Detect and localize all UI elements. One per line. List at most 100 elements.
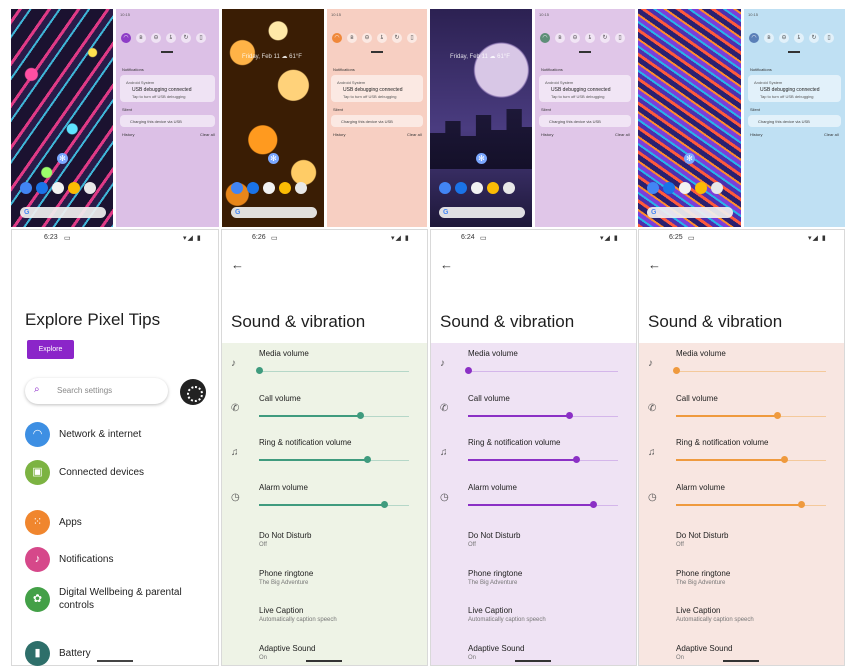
quick-setting-rotate-icon[interactable]: ↻	[600, 33, 610, 43]
search-settings-bar[interactable]: ⌕ Search settings	[25, 378, 168, 404]
google-search-bar[interactable]: G	[647, 207, 733, 218]
quick-setting-battery-saver-icon[interactable]: ▯	[824, 33, 834, 43]
setting-item-title[interactable]: Adaptive Sound	[468, 644, 525, 653]
history-button[interactable]: History	[333, 132, 345, 137]
messages-app-icon[interactable]	[663, 182, 675, 194]
clear-all-button[interactable]: Clear all	[615, 132, 630, 137]
quick-setting-battery-saver-icon[interactable]: ▯	[196, 33, 206, 43]
charging-notification[interactable]: Charging this device via USB	[120, 115, 215, 127]
quick-setting-wifi-icon[interactable]: ◠	[332, 33, 342, 43]
phone-app-icon[interactable]	[20, 182, 32, 194]
quick-setting-flashlight-icon[interactable]: ȶ	[377, 33, 387, 43]
clear-all-button[interactable]: Clear all	[200, 132, 215, 137]
quick-setting-wifi-icon[interactable]: ◠	[121, 33, 131, 43]
setting-item-title[interactable]: Adaptive Sound	[259, 644, 316, 653]
volume-slider-thumb[interactable]	[256, 367, 263, 374]
back-arrow-icon[interactable]: ←	[648, 257, 661, 272]
setting-item-title[interactable]: Adaptive Sound	[676, 644, 733, 653]
back-arrow-icon[interactable]: ←	[231, 257, 244, 272]
settings-item-devices[interactable]: ▣ Connected devices	[25, 460, 144, 485]
avatar[interactable]	[180, 379, 206, 405]
explore-button[interactable]: Explore	[27, 340, 74, 359]
camera-app-icon[interactable]	[84, 182, 96, 194]
settings-item-wifi[interactable]: ◠ Network & internet	[25, 422, 141, 447]
quick-setting-flashlight-icon[interactable]: ȶ	[585, 33, 595, 43]
volume-slider-thumb[interactable]	[590, 501, 597, 508]
setting-item-title[interactable]: Phone ringtone	[676, 569, 730, 578]
quick-setting-battery-saver-icon[interactable]: ▯	[407, 33, 417, 43]
usb-debugging-notification[interactable]: Android System USB debugging connected T…	[748, 75, 841, 102]
usb-debugging-notification[interactable]: Android System USB debugging connected T…	[539, 75, 631, 102]
quick-setting-wifi-icon[interactable]: ◠	[749, 33, 759, 43]
volume-slider-thumb[interactable]	[381, 501, 388, 508]
shade-handle[interactable]	[371, 51, 383, 53]
camera-app-icon[interactable]	[503, 182, 515, 194]
setting-item-title[interactable]: Live Caption	[259, 606, 303, 615]
messages-app-icon[interactable]	[247, 182, 259, 194]
quick-setting-rotate-icon[interactable]: ↻	[392, 33, 402, 43]
google-search-bar[interactable]: G	[439, 207, 525, 218]
charging-notification[interactable]: Charging this device via USB	[539, 115, 631, 127]
history-button[interactable]: History	[750, 132, 762, 137]
phone-app-icon[interactable]	[439, 182, 451, 194]
setting-item-title[interactable]: Do Not Disturb	[676, 531, 728, 540]
setting-item-title[interactable]: Do Not Disturb	[468, 531, 520, 540]
volume-slider-thumb[interactable]	[357, 412, 364, 419]
volume-slider-thumb[interactable]	[774, 412, 781, 419]
settings-item-wellbeing[interactable]: ✿ Digital Wellbeing & parental controls	[25, 586, 199, 612]
settings-item-apps[interactable]: ⁙ Apps	[25, 510, 82, 535]
settings-shortcut-icon[interactable]: ✻	[57, 153, 68, 164]
history-button[interactable]: History	[122, 132, 134, 137]
volume-slider-track[interactable]	[676, 371, 826, 372]
play-store-icon[interactable]	[52, 182, 64, 194]
clear-all-button[interactable]: Clear all	[824, 132, 839, 137]
messages-app-icon[interactable]	[455, 182, 467, 194]
settings-item-bell[interactable]: ♪ Notifications	[25, 547, 113, 572]
usb-debugging-notification[interactable]: Android System USB debugging connected T…	[331, 75, 423, 102]
settings-shortcut-icon[interactable]: ✻	[684, 153, 695, 164]
quick-setting-bluetooth-icon[interactable]: ʙ	[347, 33, 357, 43]
quick-setting-rotate-icon[interactable]: ↻	[809, 33, 819, 43]
volume-slider-thumb[interactable]	[573, 456, 580, 463]
quick-setting-dnd-icon[interactable]: ⊖	[570, 33, 580, 43]
messages-app-icon[interactable]	[36, 182, 48, 194]
back-arrow-icon[interactable]: ←	[440, 257, 453, 272]
settings-item-battery[interactable]: ▮ Battery	[25, 641, 91, 666]
google-search-bar[interactable]: G	[20, 207, 106, 218]
shade-handle[interactable]	[161, 51, 173, 53]
chrome-app-icon[interactable]	[695, 182, 707, 194]
nav-gesture-bar[interactable]	[306, 660, 342, 662]
camera-app-icon[interactable]	[711, 182, 723, 194]
chrome-app-icon[interactable]	[279, 182, 291, 194]
nav-gesture-bar[interactable]	[515, 660, 551, 662]
chrome-app-icon[interactable]	[68, 182, 80, 194]
google-search-bar[interactable]: G	[231, 207, 317, 218]
settings-shortcut-icon[interactable]: ✻	[476, 153, 487, 164]
volume-slider-thumb[interactable]	[673, 367, 680, 374]
charging-notification[interactable]: Charging this device via USB	[748, 115, 841, 127]
setting-item-title[interactable]: Phone ringtone	[468, 569, 522, 578]
chrome-app-icon[interactable]	[487, 182, 499, 194]
camera-app-icon[interactable]	[295, 182, 307, 194]
quick-setting-rotate-icon[interactable]: ↻	[181, 33, 191, 43]
phone-app-icon[interactable]	[231, 182, 243, 194]
volume-slider-thumb[interactable]	[364, 456, 371, 463]
quick-setting-dnd-icon[interactable]: ⊖	[779, 33, 789, 43]
nav-gesture-bar[interactable]	[723, 660, 759, 662]
nav-gesture-bar[interactable]	[97, 660, 133, 662]
shade-handle[interactable]	[788, 51, 800, 53]
quick-setting-bluetooth-icon[interactable]: ʙ	[555, 33, 565, 43]
quick-setting-dnd-icon[interactable]: ⊖	[362, 33, 372, 43]
settings-shortcut-icon[interactable]: ✻	[268, 153, 279, 164]
clear-all-button[interactable]: Clear all	[407, 132, 422, 137]
volume-slider-track[interactable]	[468, 371, 618, 372]
quick-setting-flashlight-icon[interactable]: ȶ	[166, 33, 176, 43]
quick-setting-bluetooth-icon[interactable]: ʙ	[764, 33, 774, 43]
play-store-icon[interactable]	[679, 182, 691, 194]
volume-slider-thumb[interactable]	[781, 456, 788, 463]
charging-notification[interactable]: Charging this device via USB	[331, 115, 423, 127]
volume-slider-thumb[interactable]	[566, 412, 573, 419]
volume-slider-thumb[interactable]	[465, 367, 472, 374]
history-button[interactable]: History	[541, 132, 553, 137]
shade-handle[interactable]	[579, 51, 591, 53]
